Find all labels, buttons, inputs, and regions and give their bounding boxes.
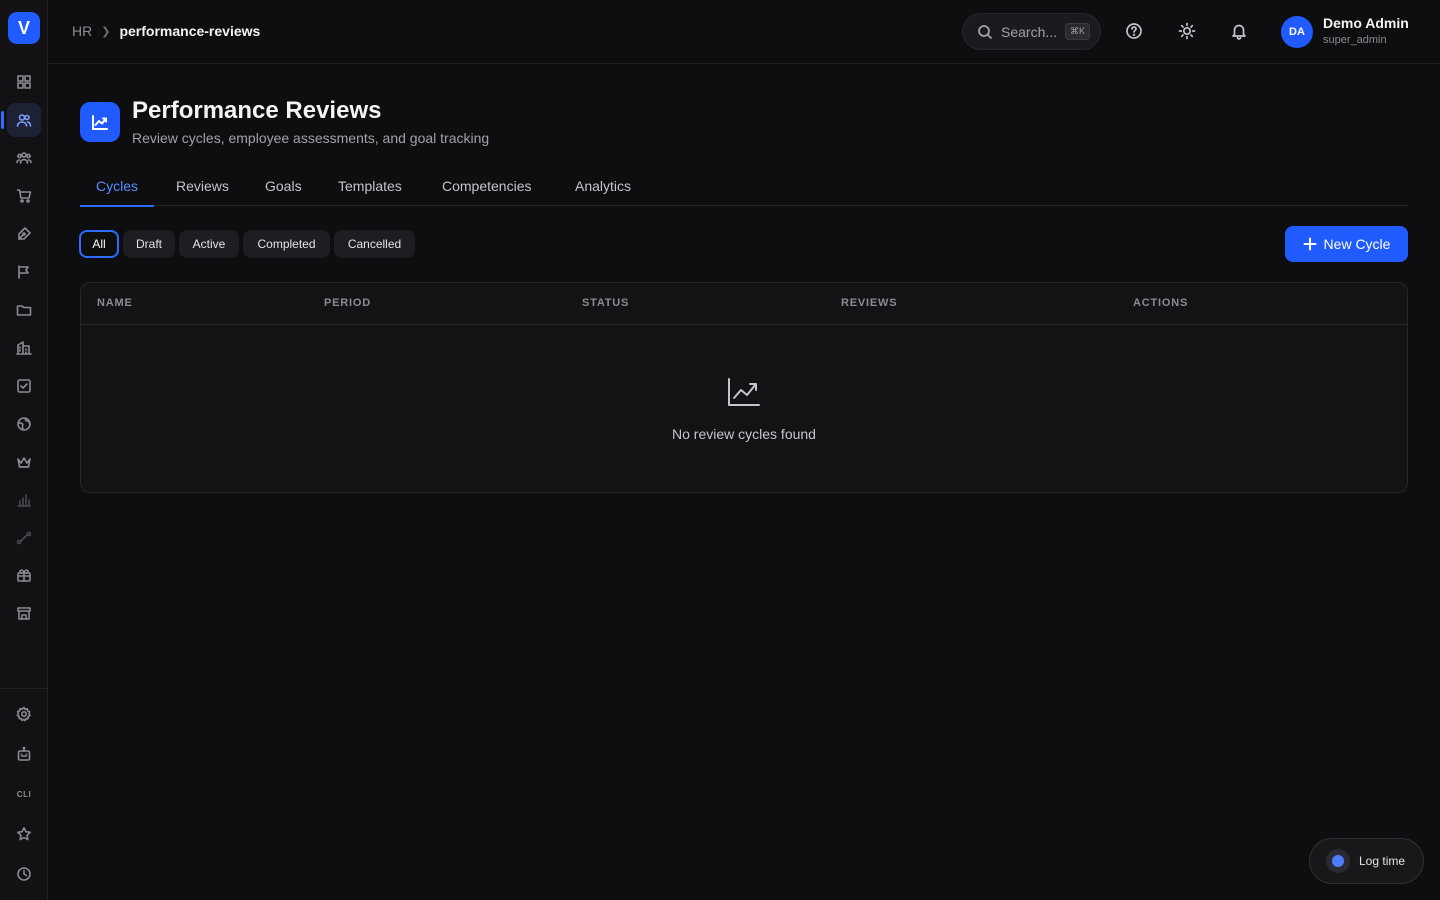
search-input[interactable]: Search... ⌘K [962,13,1101,50]
sidebar-item-history[interactable] [7,857,41,891]
building-icon [16,341,32,355]
sun-icon [1178,22,1196,40]
sidebar-item-cli[interactable]: CLI [7,777,41,811]
sidebar-item-buildings[interactable] [7,331,41,365]
sidebar-item-favorites[interactable] [7,817,41,851]
plus-icon [1303,237,1317,251]
search-placeholder: Search... [1001,23,1058,40]
sidebar-divider [0,688,48,689]
store-icon [17,607,31,620]
gear-icon [16,706,31,722]
sidebar-item-settings[interactable] [7,697,41,731]
route-icon [16,531,32,545]
page-title: Performance Reviews [132,97,382,124]
notifications-button[interactable] [1228,20,1250,42]
column-header-name[interactable]: NAME [97,297,133,309]
new-cycle-button[interactable]: New Cycle [1285,226,1408,262]
bell-icon [1232,24,1246,40]
filter-draft[interactable]: Draft [123,230,175,258]
help-icon [1126,23,1142,39]
grid-icon [17,75,31,89]
tab-competencies[interactable]: Competencies [442,178,532,206]
cart-icon [16,189,32,203]
trending-up-icon [80,102,120,142]
bar-chart-icon [17,494,31,507]
sidebar-item-tasks[interactable] [7,369,41,403]
user-role: super_admin [1323,34,1387,46]
user-name[interactable]: Demo Admin [1323,15,1409,31]
table-header: NAME PERIOD STATUS REVIEWS ACTIONS [81,283,1407,325]
column-header-status[interactable]: STATUS [582,297,629,309]
clock-icon [17,867,31,881]
breadcrumb-current: performance-reviews [119,23,261,39]
tab-reviews[interactable]: Reviews [176,178,229,206]
log-time-button[interactable]: Log time [1309,838,1424,884]
team-icon [16,152,32,164]
search-shortcut: ⌘K [1065,23,1091,40]
sidebar-item-design[interactable] [7,217,41,251]
empty-state-message: No review cycles found [672,426,816,442]
tab-analytics[interactable]: Analytics [575,178,631,206]
sidebar-item-dashboard[interactable] [7,65,41,99]
gift-icon [17,569,31,582]
tab-cycles[interactable]: Cycles [79,178,155,207]
sidebar-item-web[interactable] [7,407,41,441]
column-header-period[interactable]: PERIOD [324,297,371,309]
sidebar-item-ai[interactable] [7,737,41,771]
sidebar-item-reports[interactable] [7,483,41,517]
sidebar-item-hr[interactable] [1,103,41,137]
breadcrumb: HR ❯ performance-reviews [72,23,260,39]
chevron-right-icon: ❯ [101,25,111,38]
breadcrumb-root[interactable]: HR [72,23,92,39]
help-button[interactable] [1123,20,1145,42]
checkbox-icon [17,379,31,393]
globe-icon [17,417,31,431]
avatar[interactable]: DA [1281,16,1313,48]
theme-toggle-button[interactable] [1176,20,1198,42]
sidebar-item-campaigns[interactable] [7,255,41,289]
robot-icon [17,746,31,761]
chart-line-icon [727,377,761,407]
page-subtitle: Review cycles, employee assessments, and… [132,130,490,146]
tab-bar: Cycles Reviews Goals Templates Competenc… [79,168,1408,207]
sidebar-item-routes[interactable] [7,521,41,555]
flag-icon [18,265,29,279]
sidebar-item-gifts[interactable] [7,558,41,592]
sidebar-item-files[interactable] [7,293,41,327]
filter-active[interactable]: Active [179,230,239,258]
new-cycle-label: New Cycle [1323,236,1391,252]
sidebar-item-store[interactable] [7,596,41,630]
sidebar-item-commerce[interactable] [7,179,41,213]
tab-templates[interactable]: Templates [338,178,402,206]
search-icon [978,24,993,39]
sidebar-item-premium[interactable] [7,445,41,479]
sidebar-item-teams[interactable] [7,141,41,175]
log-time-label: Log time [1359,854,1406,868]
tab-goals[interactable]: Goals [265,178,302,206]
star-icon [17,827,31,841]
crown-icon [17,457,31,468]
filter-all[interactable]: All [79,230,119,258]
cli-label: CLI [16,789,32,799]
cycles-table: NAME PERIOD STATUS REVIEWS ACTIONS No re… [80,282,1408,493]
sidebar: V CLI [0,0,48,900]
filter-completed[interactable]: Completed [243,230,330,258]
column-header-reviews[interactable]: REVIEWS [841,297,897,309]
timer-icon [1326,849,1350,873]
folder-icon [16,305,32,316]
pen-tool-icon [18,227,31,240]
topbar: HR ❯ performance-reviews Search... ⌘K DA… [48,0,1440,64]
filter-cancelled[interactable]: Cancelled [334,230,415,258]
column-header-actions: ACTIONS [1133,297,1189,309]
app-logo[interactable]: V [8,12,40,44]
users-icon [16,114,32,127]
